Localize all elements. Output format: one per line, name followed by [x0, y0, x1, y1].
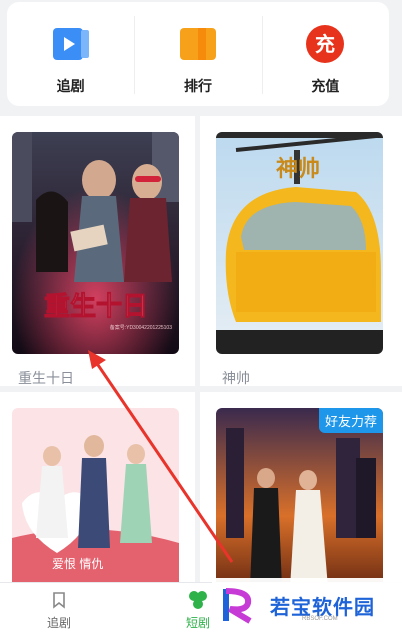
tab-label-drama: 短剧 [186, 616, 211, 630]
watermark: 若宝软件园 RBSOF.COM [212, 578, 402, 632]
tab-drama[interactable]: 短剧 [186, 589, 210, 631]
drama-icon [189, 591, 207, 609]
annotation-arrow [88, 350, 234, 563]
bookmark-icon [53, 592, 65, 609]
watermark-logo-icon [223, 588, 252, 624]
watermark-subtext: RBSOF.COM [302, 616, 338, 622]
tab-label-follow: 追剧 [47, 616, 72, 630]
tab-follow[interactable]: 追剧 [47, 589, 71, 631]
